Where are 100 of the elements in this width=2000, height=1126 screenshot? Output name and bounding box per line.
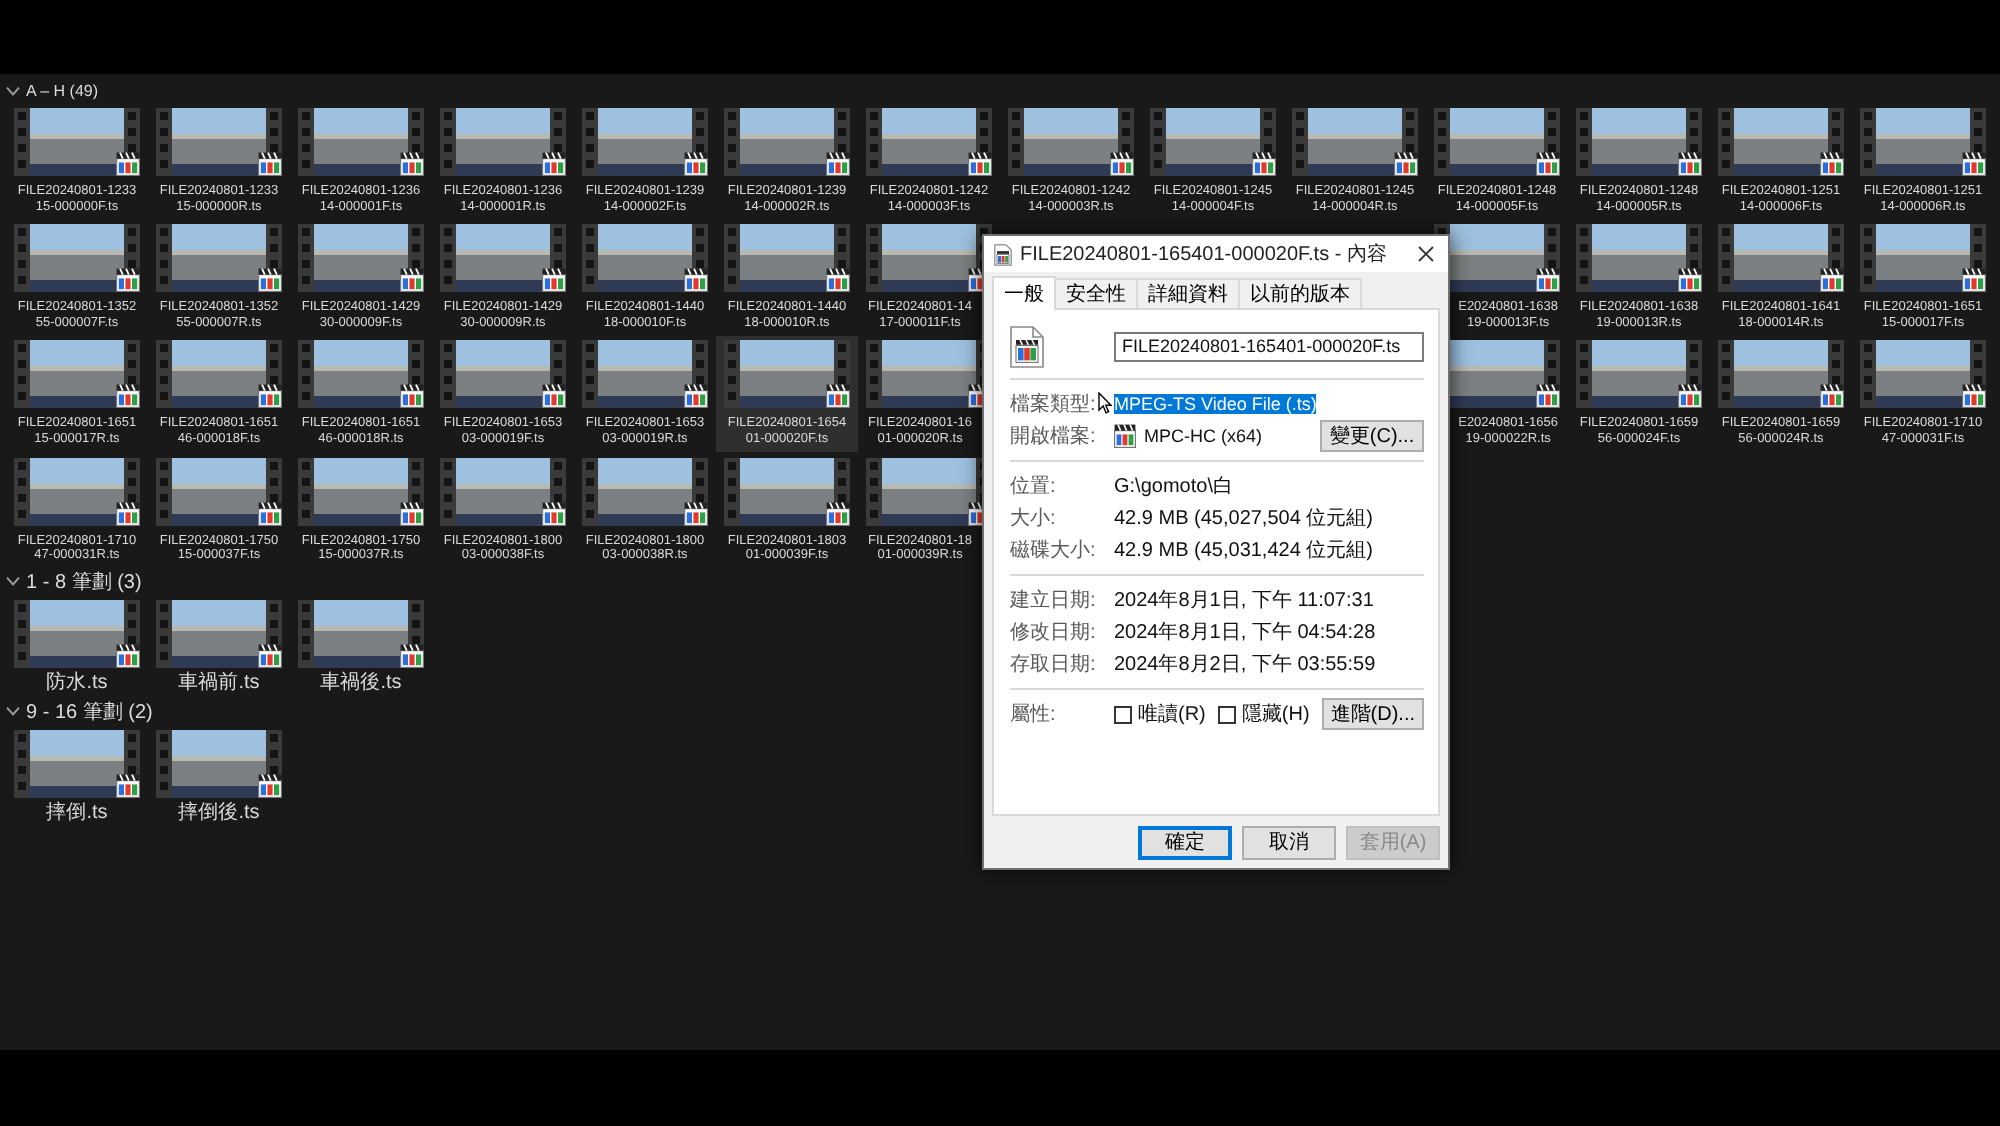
clapperboard-icon [1820, 152, 1844, 176]
photo-placeholder [882, 224, 976, 293]
clapperboard-icon [826, 384, 850, 409]
file-item[interactable]: 摔倒後.ts [148, 725, 290, 828]
tab[interactable]: 詳細資料 [1136, 278, 1240, 308]
photo-placeholder [314, 457, 408, 526]
clapperboard-icon [1536, 152, 1560, 176]
property-label: 修改日期: [1010, 619, 1096, 646]
file-item[interactable]: 車禍後.ts [290, 595, 432, 698]
property-label: 開啟檔案: [1010, 423, 1096, 450]
clapperboard-icon [968, 152, 992, 176]
photo-placeholder [172, 457, 266, 526]
photo-placeholder [456, 340, 550, 409]
photo-placeholder [172, 224, 266, 293]
property-label: 檔案類型: [1010, 391, 1096, 418]
photo-placeholder [314, 108, 408, 176]
photo-placeholder [598, 108, 692, 176]
clapperboard-icon [826, 501, 850, 526]
photo-placeholder [740, 108, 834, 176]
pointer-cursor-icon [1098, 392, 1112, 414]
photo-placeholder [30, 108, 124, 176]
dialog-button[interactable]: 取消 [1242, 825, 1336, 859]
photo-placeholder [1734, 224, 1828, 293]
video-file-icon [994, 243, 1012, 265]
photo-placeholder [30, 729, 124, 798]
file-name: 車禍前.ts [178, 671, 260, 694]
clapperboard-icon [400, 501, 424, 526]
file-item[interactable]: 摔倒.ts [6, 725, 148, 828]
property-value: 42.9 MB (45,027,504 位元組) [1114, 506, 1374, 532]
file-name: 防水.ts [46, 671, 108, 694]
file-name-field[interactable]: FILE20240801-165401-000020F.ts [1114, 331, 1424, 361]
clapperboard-icon [258, 773, 282, 798]
property-label: 建立日期: [1010, 587, 1096, 614]
file-item[interactable]: 車禍前.ts [148, 595, 290, 698]
photo-placeholder [1308, 108, 1402, 176]
tab[interactable]: 一般 [992, 276, 1056, 310]
property-value: MPEG-TS Video File (.ts) [1114, 394, 1317, 414]
clapperboard-icon [1962, 152, 1986, 176]
clapperboard-icon [826, 268, 850, 293]
photo-placeholder [740, 457, 834, 526]
photo-placeholder [314, 599, 408, 668]
checkbox[interactable] [1217, 705, 1236, 723]
property-label: 存取日期: [1010, 651, 1096, 678]
dialog-button[interactable]: 確定 [1138, 825, 1232, 859]
photo-placeholder [740, 224, 834, 293]
clapperboard-icon [116, 268, 140, 293]
photo-placeholder [456, 224, 550, 293]
clapperboard-icon [1678, 384, 1702, 409]
clapperboard-icon [116, 384, 140, 409]
clapperboard-icon [116, 152, 140, 176]
clapperboard-icon [400, 268, 424, 293]
property-value: G:\gomoto\白 [1114, 474, 1233, 500]
tab[interactable]: 安全性 [1054, 278, 1138, 308]
photo-placeholder [30, 599, 124, 668]
checkbox[interactable] [1114, 705, 1132, 723]
clapperboard-icon [400, 643, 424, 668]
photo-placeholder [740, 340, 834, 409]
property-label: 位置: [1010, 473, 1056, 500]
checkbox-label[interactable]: 唯讀(R) [1138, 700, 1206, 728]
property-label: 磁碟大小: [1010, 537, 1096, 564]
clapperboard-icon [258, 152, 282, 176]
clapperboard-icon [258, 384, 282, 409]
clapperboard-icon [1252, 152, 1276, 176]
change-button[interactable]: 變更(C)... [1320, 420, 1424, 452]
clapperboard-icon [542, 501, 566, 526]
photo-placeholder [1024, 108, 1118, 176]
photo-placeholder [598, 224, 692, 293]
clapperboard-icon [826, 152, 850, 176]
clapperboard-icon [1536, 268, 1560, 293]
property-value: MPC-HC (x64) [1144, 426, 1263, 446]
clapperboard-icon [684, 384, 708, 409]
photo-placeholder [456, 457, 550, 526]
clapperboard-icon [258, 643, 282, 668]
photo-placeholder [598, 457, 692, 526]
clapperboard-icon [684, 268, 708, 293]
photo-placeholder [1450, 108, 1544, 176]
clapperboard-icon [116, 501, 140, 526]
group-header[interactable]: 1 - 8 筆劃 (3) [0, 567, 142, 596]
photo-placeholder [1450, 340, 1544, 409]
clapperboard-icon [1110, 152, 1134, 176]
file-item[interactable]: 防水.ts [6, 595, 148, 698]
file-name: 摔倒.ts [46, 801, 108, 824]
clapperboard-icon [1678, 268, 1702, 293]
checkbox-label[interactable]: 隱藏(H) [1241, 700, 1310, 728]
photo-placeholder [1592, 108, 1686, 176]
clapperboard-icon [1820, 384, 1844, 409]
photo-placeholder [30, 457, 124, 526]
photo-placeholder [314, 340, 408, 409]
tab[interactable]: 以前的版本 [1238, 278, 1362, 308]
property-label: 大小: [1010, 505, 1056, 532]
photo-placeholder [598, 340, 692, 409]
advanced-button[interactable]: 進階(D)... [1321, 698, 1424, 730]
group-header[interactable]: A – H (49) [0, 76, 99, 104]
photo-placeholder [172, 729, 266, 798]
clapperboard-icon [1536, 384, 1560, 409]
group-header[interactable]: 9 - 16 筆劃 (2) [0, 697, 153, 726]
clapperboard-icon [684, 501, 708, 526]
photo-placeholder [1734, 340, 1828, 409]
window-title: FILE20240801-165401-000020F.ts - 內容 [1020, 241, 1389, 268]
photo-placeholder [172, 108, 266, 176]
